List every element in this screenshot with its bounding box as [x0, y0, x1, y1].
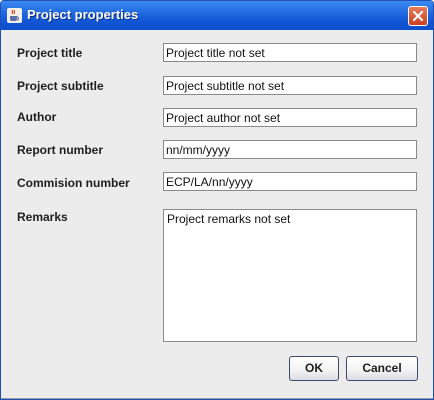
project-properties-dialog: Project properties Project title Project…: [0, 0, 434, 400]
commision-number-field[interactable]: ECP/LA/nn/yyyy: [163, 172, 417, 191]
cancel-button[interactable]: Cancel: [346, 356, 418, 381]
commision-number-label: Commision number: [17, 176, 130, 190]
report-number-label: Report number: [17, 143, 104, 157]
close-button[interactable]: [408, 6, 428, 26]
project-subtitle-label: Project subtitle: [17, 79, 104, 93]
remarks-label: Remarks: [17, 210, 68, 224]
author-label: Author: [17, 110, 57, 124]
title-bar[interactable]: Project properties: [1, 1, 433, 30]
author-field[interactable]: Project author not set: [163, 108, 417, 127]
project-title-label: Project title: [17, 46, 83, 60]
remarks-textarea[interactable]: Project remarks not set: [163, 209, 417, 342]
ok-button[interactable]: OK: [289, 356, 339, 381]
window-title: Project properties: [27, 7, 139, 22]
close-icon: [412, 10, 424, 22]
project-subtitle-field[interactable]: Project subtitle not set: [163, 76, 417, 95]
report-number-field[interactable]: nn/mm/yyyy: [163, 140, 417, 159]
java-cup-icon: [7, 8, 22, 23]
window-bottom-border: [1, 398, 433, 399]
project-title-field[interactable]: Project title not set: [163, 43, 417, 62]
